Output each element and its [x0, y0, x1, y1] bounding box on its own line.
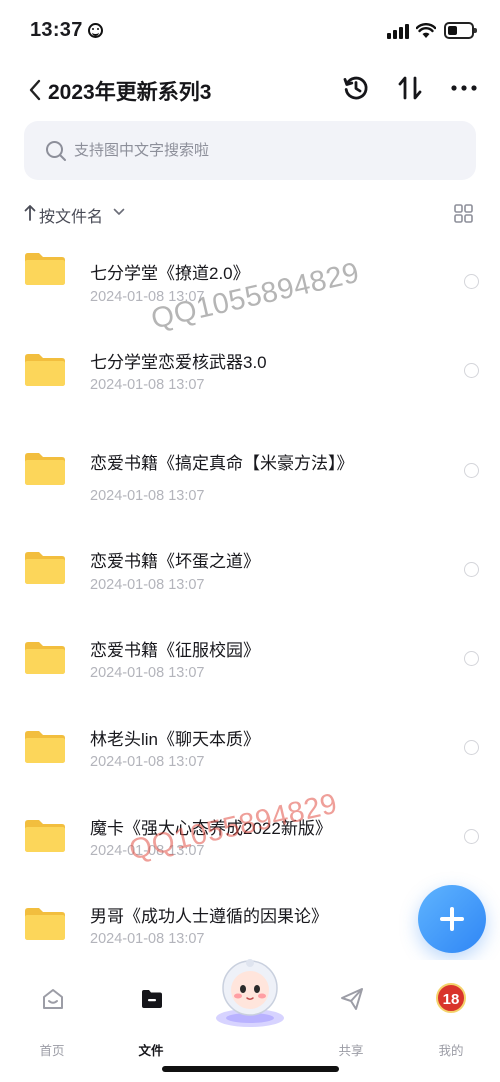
folder-icon — [24, 641, 66, 675]
select-checkbox[interactable] — [464, 562, 479, 577]
folder-icon — [142, 990, 162, 1008]
nav-bar: 2023年更新系列3 — [0, 62, 500, 116]
file-date: 2024-01-08 13:07 — [90, 843, 205, 859]
folder-icon — [24, 551, 66, 585]
tab-share-label: 共享 — [338, 1044, 364, 1058]
avatar[interactable]: 18 — [436, 983, 466, 1013]
folder-icon — [24, 252, 66, 286]
search-bar[interactable] — [24, 121, 476, 180]
more-icon[interactable] — [450, 74, 478, 102]
arrow-up-icon — [24, 205, 36, 221]
file-name: 恋爱书籍《坏蛋之道》 — [90, 552, 260, 571]
grid-view-icon[interactable] — [454, 204, 473, 223]
select-checkbox[interactable] — [464, 740, 479, 755]
file-name: 恋爱书籍《搞定真命【米豪方法】》 — [90, 454, 354, 473]
cellular-signal-icon — [387, 23, 409, 39]
folder-icon — [24, 353, 66, 387]
battery-icon — [444, 22, 477, 39]
tab-home[interactable]: 首页 — [12, 980, 92, 1058]
folder-icon — [24, 907, 66, 941]
select-checkbox[interactable] — [464, 651, 479, 666]
folder-icon — [24, 452, 66, 486]
home-icon — [43, 989, 63, 1009]
back-icon[interactable] — [27, 79, 43, 101]
file-date: 2024-01-08 13:07 — [90, 931, 205, 947]
home-indicator — [162, 1066, 339, 1072]
file-name: 恋爱书籍《征服校园》 — [90, 641, 260, 660]
chevron-down-icon — [113, 208, 125, 215]
tab-share[interactable]: 共享 — [311, 980, 391, 1058]
search-icon — [46, 141, 66, 161]
sort-label: 按文件名 — [39, 209, 104, 226]
file-date: 2024-01-08 13:07 — [90, 665, 205, 681]
file-date: 2024-01-08 13:07 — [90, 754, 205, 770]
add-button[interactable] — [418, 885, 486, 953]
folder-icon — [24, 819, 66, 853]
page-title: 2023年更新系列3 — [48, 81, 212, 104]
file-name: 七分学堂《撩道2.0》 — [90, 264, 250, 283]
tab-files-label: 文件 — [138, 1044, 164, 1058]
select-checkbox[interactable] — [464, 274, 479, 289]
tab-files[interactable]: 文件 — [111, 980, 191, 1058]
file-date: 2024-01-08 13:07 — [90, 577, 205, 593]
file-name: 林老头lin《聊天本质》 — [90, 730, 261, 749]
sort-icon[interactable] — [396, 74, 424, 102]
history-icon[interactable] — [342, 74, 370, 102]
status-time: 13:37 — [30, 19, 83, 41]
select-checkbox[interactable] — [464, 829, 479, 844]
status-bar: 13:37 — [0, 0, 500, 62]
send-icon — [341, 988, 363, 1010]
select-checkbox[interactable] — [464, 363, 479, 378]
tab-home-label: 首页 — [39, 1044, 65, 1058]
file-date: 2024-01-08 13:07 — [90, 377, 205, 393]
search-input[interactable] — [74, 121, 454, 180]
file-name: 男哥《成功人士遵循的因果论》 — [90, 907, 328, 926]
file-date: 2024-01-08 13:07 — [90, 488, 205, 504]
tab-me-label: 我的 — [438, 1044, 464, 1058]
file-name: 魔卡《强大心态养成2022新版》 — [90, 819, 332, 838]
mascot-button[interactable] — [205, 954, 295, 1029]
smiley-icon — [88, 23, 103, 38]
file-name: 七分学堂恋爱核武器3.0 — [90, 353, 267, 372]
wifi-icon — [416, 23, 436, 38]
file-date: 2024-01-08 13:07 — [90, 289, 205, 305]
folder-icon — [24, 730, 66, 764]
select-checkbox[interactable] — [464, 463, 479, 478]
